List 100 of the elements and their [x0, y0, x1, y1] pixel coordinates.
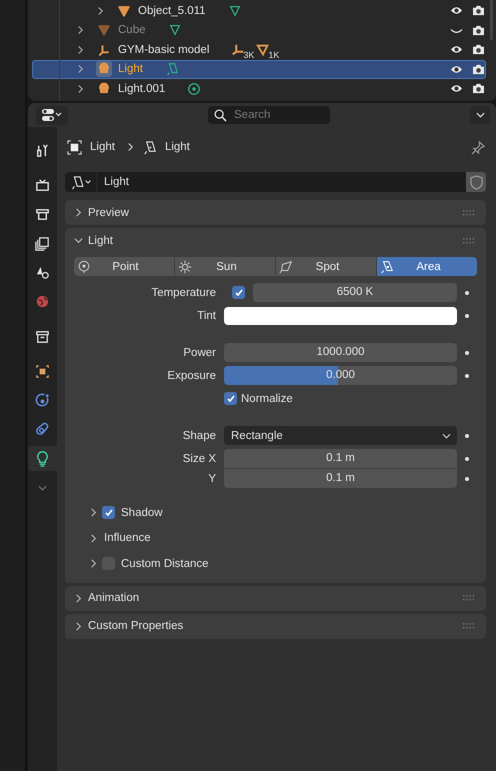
editor-type-button[interactable] [36, 106, 68, 124]
keyframe-dot-icon[interactable] [465, 314, 469, 318]
keyframe-dot-icon[interactable] [465, 350, 469, 354]
orbit-icon [34, 392, 51, 409]
object-name: Cube [118, 24, 146, 36]
sun-light-icon [178, 260, 192, 274]
panel-title: Animation [88, 592, 140, 604]
light-type-button[interactable]: Spot [276, 257, 376, 276]
pin-icon[interactable] [471, 140, 486, 154]
field-label: Y [207, 472, 217, 484]
color-swatch[interactable] [224, 306, 457, 324]
normalize-checkbox[interactable]: Normalize [224, 392, 293, 405]
shape-dropdown[interactable]: Rectangle [224, 426, 457, 445]
lightbulb-icon [96, 61, 112, 78]
lightbulb-icon [34, 450, 51, 467]
outliner-row[interactable]: Light.001 [32, 79, 486, 98]
object-name: GYM-basic model [118, 44, 210, 56]
keyframe-dot-icon[interactable] [465, 290, 469, 294]
checkmark-icon [226, 394, 236, 404]
checkmark-icon [104, 508, 114, 518]
field-label: Size X [182, 452, 217, 464]
fake-user-button[interactable] [466, 172, 486, 192]
field-label: Exposure [166, 370, 217, 382]
field-label: Tint [196, 310, 217, 322]
field-label: Temperature [150, 286, 217, 298]
count-label: 3K [243, 50, 254, 60]
panel-header[interactable]: Custom Properties [65, 614, 486, 638]
point-light-icon [77, 260, 91, 274]
panel-title: Custom Properties [88, 620, 184, 632]
subpanel-header[interactable]: Shadow [74, 500, 477, 526]
panel-title: Light [88, 234, 113, 246]
object-name: Light.001 [118, 82, 166, 95]
subpanel-title: Shadow [121, 506, 163, 519]
eye-icon[interactable] [450, 83, 463, 94]
mesh-triangle-icon[interactable] [228, 4, 242, 18]
keyframe-dot-icon[interactable] [465, 476, 469, 480]
breadcrumb-object: Light [90, 141, 115, 153]
size-x-field[interactable]: 0.1 m [224, 449, 457, 468]
drag-handle-icon[interactable] [463, 595, 476, 601]
spot-light-icon [279, 260, 293, 274]
object-icon [67, 140, 82, 154]
checkmark-icon [234, 288, 244, 298]
chevron-down-icon [442, 432, 451, 438]
object-name: Object_5.011 [138, 4, 206, 17]
keyframe-dot-icon[interactable] [465, 456, 469, 460]
drag-handle-icon[interactable] [463, 238, 476, 244]
triangle-icon [96, 22, 112, 38]
field-label: Shape [182, 430, 217, 442]
area-light-icon[interactable] [164, 62, 179, 76]
outliner-row[interactable]: Cube [32, 20, 486, 40]
link-icon [34, 421, 51, 438]
area-light-icon [380, 260, 394, 274]
box-icon [34, 328, 51, 345]
light-type-button[interactable]: Area [377, 257, 477, 276]
size-y-field[interactable]: 0.1 m [224, 469, 457, 488]
power-field[interactable]: 1000.000 [224, 343, 457, 362]
field-label: Power [182, 346, 217, 358]
outliner-row[interactable]: GYM-basic model 3K 1K [32, 40, 486, 60]
axes-icon[interactable] [231, 42, 246, 57]
count-label: 1K [268, 50, 280, 60]
more-tabs-chevron-icon[interactable] [38, 485, 47, 491]
light-data-browse-button[interactable] [65, 172, 97, 192]
subpanel-title: Influence [104, 532, 151, 544]
subpanel-header[interactable]: Custom Distance [74, 551, 477, 576]
subpanel-title: Custom Distance [121, 558, 209, 570]
breadcrumb-light-data: Light [164, 141, 190, 153]
point-light-icon[interactable] [187, 82, 202, 96]
light-type-button[interactable]: Point [74, 257, 174, 276]
mesh-triangle-icon[interactable] [168, 23, 182, 38]
subpanel-header[interactable]: Influence [74, 526, 477, 551]
panel-header[interactable]: Light [65, 228, 486, 253]
keyframe-dot-icon[interactable] [465, 374, 469, 378]
globe-icon [34, 293, 51, 310]
light-data-name-field[interactable]: Light [97, 172, 466, 192]
mesh-triangle-icon[interactable] [256, 42, 270, 57]
checkbox[interactable] [102, 506, 115, 520]
properties-tab[interactable] [28, 446, 57, 471]
outliner-row[interactable]: Object_5.011 [32, 1, 486, 20]
keyframe-dot-icon[interactable] [465, 434, 469, 438]
panel-title: Preview [88, 206, 129, 218]
area-light-icon [142, 140, 157, 154]
options-dropdown-button[interactable] [470, 106, 490, 124]
outliner-row[interactable]: Light [32, 60, 486, 79]
square-icon [34, 363, 51, 380]
chevron-down-icon [476, 112, 484, 118]
drag-handle-icon[interactable] [463, 623, 476, 629]
eye-icon[interactable] [450, 5, 463, 16]
breadcrumb-chevron-icon [126, 142, 134, 152]
light-type-button[interactable]: Sun [175, 257, 275, 276]
screwdriver-wrench-icon [34, 142, 51, 159]
checkbox[interactable] [232, 286, 245, 299]
panel-header[interactable]: Preview [65, 200, 486, 225]
image-stack-icon [34, 235, 51, 252]
drag-handle-icon[interactable] [463, 210, 476, 216]
temperature-field[interactable]: 6500 K [253, 283, 457, 302]
eye-icon[interactable] [450, 64, 463, 75]
search-field[interactable]: Search [208, 106, 330, 124]
panel-header[interactable]: Animation [65, 586, 486, 610]
object-name: Light [118, 63, 143, 76]
eye-icon[interactable] [450, 44, 463, 56]
